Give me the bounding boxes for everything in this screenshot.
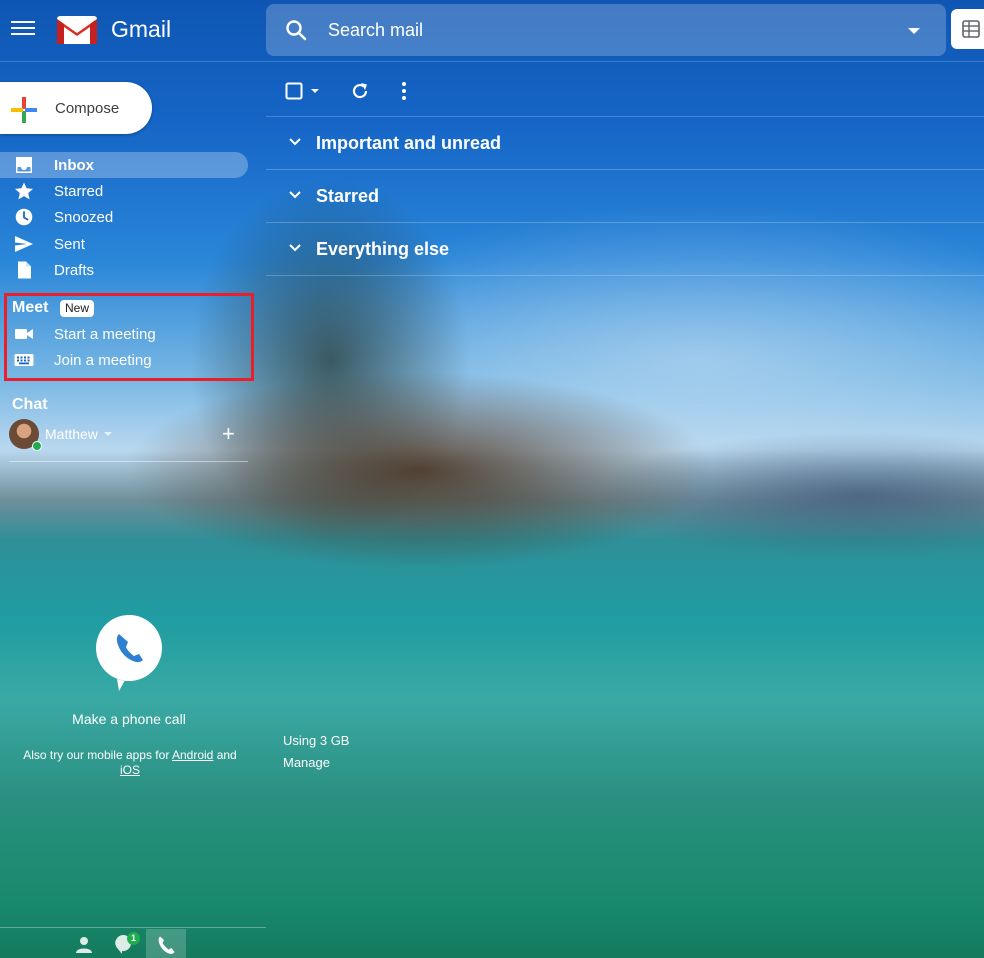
- nav-item-sent[interactable]: Sent: [0, 231, 248, 257]
- nav-label: Sent: [54, 236, 85, 253]
- chat-divider: [9, 461, 248, 462]
- mobile-apps-prefix: Also try our mobile apps for: [23, 748, 170, 762]
- nav-label: Snoozed: [54, 209, 114, 226]
- spreadsheet-icon: [962, 20, 980, 38]
- chevron-down-icon: [289, 138, 301, 146]
- start-chat-plus-button[interactable]: +: [222, 423, 235, 445]
- top-header: Gmail: [0, 0, 984, 62]
- phone-icon: [158, 936, 175, 954]
- chat-user-name: Matthew: [45, 426, 98, 442]
- nav-item-starred[interactable]: Starred: [0, 178, 248, 204]
- inbox-icon: [16, 157, 32, 173]
- contacts-person-icon[interactable]: [74, 934, 94, 954]
- refresh-icon[interactable]: [350, 81, 370, 101]
- meet-start-meeting[interactable]: Start a meeting: [0, 321, 240, 347]
- compose-button[interactable]: Compose: [0, 82, 152, 134]
- android-link[interactable]: Android: [172, 748, 213, 762]
- app-switcher-button[interactable]: [951, 9, 984, 49]
- nav-item-drafts[interactable]: Drafts: [0, 257, 248, 283]
- nav-label: Inbox: [54, 157, 94, 174]
- compose-label: Compose: [55, 100, 120, 117]
- ios-link[interactable]: iOS: [120, 763, 140, 777]
- video-camera-icon: [15, 329, 33, 339]
- meet-join-meeting[interactable]: Join a meeting: [0, 347, 240, 373]
- nav-item-inbox[interactable]: Inbox: [0, 152, 248, 178]
- mobile-apps-text: Also try our mobile apps for Android and…: [12, 748, 248, 778]
- online-status-dot: [32, 441, 42, 451]
- chevron-down-icon: [289, 191, 301, 199]
- keyboard-icon: [14, 354, 34, 366]
- meet-item-label: Join a meeting: [54, 352, 152, 369]
- section-important-unread[interactable]: Important and unread: [266, 116, 984, 169]
- nav-label: Drafts: [54, 262, 95, 279]
- storage-usage: Using 3 GB: [283, 733, 350, 748]
- plus-multicolor-icon: [11, 97, 37, 123]
- clock-icon: [15, 208, 33, 226]
- hangouts-bottom-bar: 1: [0, 927, 266, 958]
- menu-icon-bar: [11, 33, 35, 35]
- meet-title: Meet: [12, 299, 49, 316]
- gmail-logo-icon[interactable]: [56, 14, 98, 46]
- brand-name: Gmail: [111, 16, 172, 42]
- nav-item-snoozed[interactable]: Snoozed: [0, 204, 248, 230]
- section-divider: [266, 275, 984, 276]
- chevron-down-icon: [289, 244, 301, 252]
- meet-item-label: Start a meeting: [54, 326, 156, 343]
- menu-icon-bar: [11, 21, 35, 23]
- chat-current-user[interactable]: Matthew +: [9, 419, 249, 451]
- section-label: Everything else: [316, 239, 450, 259]
- phone-call-icon[interactable]: [95, 614, 163, 692]
- more-options-icon[interactable]: [396, 81, 412, 101]
- section-everything-else[interactable]: Everything else: [266, 222, 984, 275]
- unread-count-badge: 1: [127, 932, 140, 945]
- search-input[interactable]: [328, 14, 888, 46]
- section-starred[interactable]: Starred: [266, 169, 984, 222]
- status-dropdown-icon[interactable]: [104, 432, 112, 436]
- search-options-dropdown-icon[interactable]: [902, 24, 926, 38]
- nav-label: Starred: [54, 183, 104, 200]
- new-badge: New: [60, 300, 95, 317]
- draft-icon: [18, 261, 31, 279]
- send-icon: [15, 236, 33, 252]
- select-checkbox-dropdown[interactable]: [285, 82, 321, 100]
- phone-tab-button[interactable]: [146, 929, 186, 958]
- manage-storage-link[interactable]: Manage: [283, 755, 330, 770]
- main-menu-button[interactable]: [11, 18, 35, 40]
- search-icon[interactable]: [284, 18, 308, 42]
- section-label: Important and unread: [316, 133, 502, 153]
- chat-title: Chat: [12, 396, 48, 413]
- star-icon: [15, 182, 33, 200]
- section-label: Starred: [316, 186, 380, 206]
- menu-icon-bar: [11, 27, 35, 29]
- search-bar: [266, 4, 946, 56]
- phone-call-caption: Make a phone call: [72, 711, 186, 727]
- mobile-apps-and: and: [216, 748, 237, 762]
